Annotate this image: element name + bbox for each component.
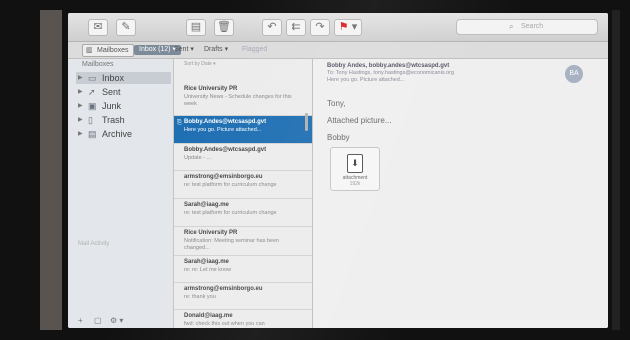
search-input[interactable]: ⌕ Search [456,19,598,35]
device-edge [40,10,62,330]
gear-icon[interactable]: ⚙ ▾ [110,316,123,325]
mail-activity-label: Mail Activity [78,241,110,247]
list-item-selected[interactable]: ⎘ Bobby.Andes@wtcsaspd.gvt Here you go. … [174,116,312,144]
favorites-bar: ▥ Mailboxes Inbox (12) ▾ Sent ▾ Drafts ▾… [68,42,608,59]
sidebar-item-sent[interactable]: ▶ ➚ Sent [76,86,171,98]
message-body-line: Attached picture... [327,116,392,125]
paper-plane-icon: ➚ [88,87,96,97]
sort-menu[interactable]: Sort by Date ▾ [184,61,216,67]
list-item[interactable]: Donald@iaag.me fwd: check this out when … [174,310,312,328]
avatar: BA [565,65,583,83]
mailboxes-toggle-button[interactable]: ▥ Mailboxes [82,44,134,57]
message-subject: Here you go. Picture attached... [327,77,405,83]
message-body-line: Bobby [327,133,350,142]
disclosure-arrow-icon[interactable]: ▶ [78,86,83,98]
reply-icon[interactable]: ↶ [262,19,282,36]
message-list: Sort by Date ▾ Rice University PR Univer… [174,59,313,328]
trash-icon[interactable]: 🗑 [214,19,234,36]
disclosure-arrow-icon[interactable]: ▶ [78,100,83,112]
list-item[interactable]: Rice University PR Notification: Meeting… [174,227,312,256]
message-body-line: Tony, [327,99,346,108]
sidebar-item-trash[interactable]: ▶ ▯ Trash [76,114,171,126]
attachment-clip-icon: ⎘ [177,120,182,126]
mailbox-sidebar: Mailboxes ▶ ▭ Inbox ▶ ➚ Sent ▶ ▣ Junk ▶ … [68,59,174,328]
reading-pane: Bobby Andes, bobby.andes@wtcsaspd.gvt To… [313,59,608,328]
list-item[interactable]: Rice University PR University News - Sch… [174,83,312,116]
sidebar-footer: + ▢ ⚙ ▾ [68,316,173,328]
disclosure-arrow-icon[interactable]: ▶ [78,114,83,126]
archive-icon[interactable]: ▤ [186,19,206,36]
list-item[interactable]: armstrong@emsinborgo.eu re: test platfor… [174,171,312,199]
archive-box-icon: ▤ [88,129,97,139]
attachment-size: 192k [349,181,361,187]
toolbar: ✉ ✎ ▤ 🗑 ↶ ⇇ ↷ ⚑ ▾ ⌕ Search [68,13,608,42]
edit-icon[interactable]: ✎ [116,19,136,36]
list-item[interactable]: Sarah@iaag.me re: test platform for curr… [174,199,312,227]
disclosure-arrow-icon[interactable]: ▶ [78,128,83,140]
sidebar-item-junk[interactable]: ▶ ▣ Junk [76,100,171,112]
favorite-sent[interactable]: Sent ▾ [174,42,194,58]
list-item[interactable]: Sarah@iaag.me re: re: Let me know [174,256,312,283]
trash-icon: ▯ [88,115,93,125]
add-mailbox-icon[interactable]: + [78,316,83,325]
junk-icon: ▣ [88,101,97,111]
compose-icon[interactable]: ✉ [88,19,108,36]
favorite-drafts[interactable]: Drafts ▾ [204,42,228,58]
message-to: To: Tony Hastings, tony.hastings@economi… [327,70,455,76]
list-item[interactable]: armstrong@emsinborgo.eu re: thank you [174,283,312,310]
attachment-tile[interactable]: ⬇ attachment 192k [330,147,380,191]
list-item[interactable]: Bobby.Andes@wtcsaspd.gvt Update - ... [174,144,312,171]
flag-icon[interactable]: ⚑ ▾ [334,19,362,36]
inbox-icon: ▭ [88,73,97,83]
disclosure-arrow-icon[interactable]: ▶ [78,72,83,84]
forward-icon[interactable]: ↷ [310,19,330,36]
show-hide-icon[interactable]: ▢ [94,316,102,325]
favorite-flagged[interactable]: Flagged [242,42,267,58]
sidebar-icon: ▥ [86,47,93,54]
mail-app-window: ✉ ✎ ▤ 🗑 ↶ ⇇ ↷ ⚑ ▾ ⌕ Search ▥ Mailboxes I… [68,13,608,328]
search-icon: ⌕ [509,22,514,31]
sidebar-item-inbox[interactable]: ▶ ▭ Inbox [76,72,171,84]
reply-all-icon[interactable]: ⇇ [286,19,306,36]
list-scrollbar[interactable] [305,113,308,131]
sidebar-item-archive[interactable]: ▶ ▤ Archive [76,128,171,140]
sidebar-header: Mailboxes [82,61,114,68]
download-file-icon: ⬇ [347,154,363,173]
message-from: Bobby Andes, bobby.andes@wtcsaspd.gvt [327,63,450,69]
device-edge-right [612,10,620,330]
